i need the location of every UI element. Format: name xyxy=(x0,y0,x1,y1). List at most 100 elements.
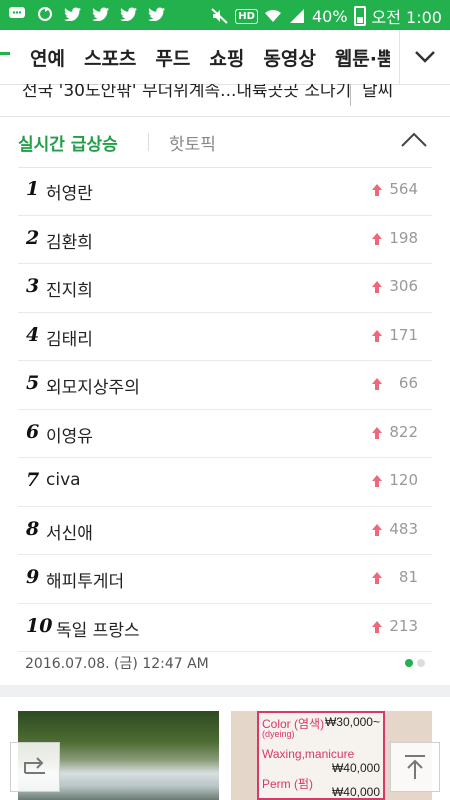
category-shopping[interactable]: 쇼핑 xyxy=(209,44,244,71)
rank-row[interactable]: 10 독일 프랑스 213 xyxy=(18,604,432,652)
chevron-up-icon[interactable] xyxy=(400,131,428,149)
rank-keyword[interactable]: 외모지상주의 xyxy=(46,373,140,398)
arrow-up-icon xyxy=(372,426,382,439)
category-entertainment[interactable]: 연예 xyxy=(30,44,65,71)
rank-number: 7 xyxy=(26,469,40,491)
price-sign: Color (염색) ₩30,000~ (dyeing) Waxing,mani… xyxy=(257,711,385,800)
tab-realtime-rising[interactable]: 실시간 급상승 xyxy=(18,130,118,155)
arrow-up-icon xyxy=(372,232,382,245)
rank-change: 483 xyxy=(389,519,418,538)
clock: 오전 1:00 xyxy=(371,8,442,27)
tab-divider xyxy=(148,133,149,151)
section-divider xyxy=(0,685,450,697)
rank-row[interactable]: 4 김태리 171 xyxy=(18,313,432,361)
rank-change: 213 xyxy=(389,616,418,635)
twitter-icon xyxy=(148,5,166,23)
rank-change: 66 xyxy=(398,374,418,392)
arrow-up-icon xyxy=(372,475,382,487)
notification-icons xyxy=(8,5,166,23)
rank-number: 8 xyxy=(26,517,40,540)
category-indicator xyxy=(0,52,10,55)
message-icon xyxy=(8,5,26,23)
rank-row[interactable]: 3 진지희 306 xyxy=(18,264,432,313)
tab-hot-topic[interactable]: 핫토픽 xyxy=(169,130,216,155)
ticker-headline[interactable]: 전국 '30도안팎' 무더위계속...내륙곳곳 소나기 xyxy=(22,84,351,101)
rank-row[interactable]: 8 서신애 483 xyxy=(18,507,432,555)
sign-price-waxing: ₩40,000 xyxy=(331,761,380,775)
category-bar: 연예 스포츠 푸드 쇼핑 동영상 웹툰·뿜 xyxy=(0,30,450,85)
category-list: 연예 스포츠 푸드 쇼핑 동영상 웹툰·뿜 xyxy=(30,44,390,71)
arrow-to-top-icon xyxy=(405,755,425,779)
twitter-icon xyxy=(64,5,82,23)
system-indicators: HD 40% 오전 1:00 xyxy=(211,4,442,28)
arrow-up-icon xyxy=(372,184,382,196)
category-webtoon[interactable]: 웹툰·뿜 xyxy=(335,44,390,71)
sign-line-dyeing: (dyeing) xyxy=(262,729,295,739)
sign-line-perm: Perm (펌) xyxy=(262,777,314,791)
sync-icon xyxy=(36,5,54,23)
rank-row[interactable]: 2 김환희 198 xyxy=(18,216,432,264)
rank-keyword[interactable]: 해피투게더 xyxy=(46,567,124,592)
category-video[interactable]: 동영상 xyxy=(263,44,315,71)
page-indicator xyxy=(405,659,425,667)
panel-header: 실시간 급상승 핫토픽 xyxy=(18,127,432,168)
rank-keyword[interactable]: 허영란 xyxy=(46,179,93,204)
rank-row[interactable]: 5 외모지상주의 66 xyxy=(18,361,432,410)
rank-keyword[interactable]: 진지희 xyxy=(46,276,93,301)
rank-row[interactable]: 7 civa 120 xyxy=(18,458,432,507)
sign-line-waxing: Waxing,manicure xyxy=(262,747,355,761)
sign-price-color: ₩30,000~ xyxy=(324,715,380,729)
chevron-down-icon xyxy=(415,51,435,63)
battery-percent: 40% xyxy=(311,6,348,26)
category-sports[interactable]: 스포츠 xyxy=(84,44,136,71)
rank-keyword[interactable]: 서신애 xyxy=(46,519,93,544)
page-dot[interactable] xyxy=(417,659,425,667)
rank-number: 1 xyxy=(26,178,40,200)
news-ticker[interactable]: 전국 '30도안팎' 무더위계속...내륙곳곳 소나기 날씨 xyxy=(0,84,450,117)
realtime-ranking-panel: 실시간 급상승 핫토픽 1 허영란 564 2 김환희 198 3 진지희 30… xyxy=(0,117,450,685)
scroll-to-top-button[interactable] xyxy=(390,742,440,792)
rank-number: 9 xyxy=(26,566,40,588)
rank-number: 10 xyxy=(26,614,53,637)
share-button[interactable] xyxy=(10,742,60,792)
ticker-divider xyxy=(350,84,351,106)
rank-change: 120 xyxy=(389,471,418,489)
rank-number: 4 xyxy=(26,323,40,346)
rank-number: 3 xyxy=(26,275,40,297)
category-expand-button[interactable] xyxy=(399,30,450,84)
rank-list: 1 허영란 564 2 김환희 198 3 진지희 306 4 김태리 171 … xyxy=(18,167,432,652)
rank-change: 564 xyxy=(389,180,418,198)
arrow-up-icon xyxy=(372,281,382,293)
rank-change: 81 xyxy=(398,568,418,586)
rank-keyword[interactable]: 독일 프랑스 xyxy=(56,616,140,641)
updated-timestamp: 2016.07.08. (금) 12:47 AM xyxy=(25,656,209,672)
hd-badge: HD xyxy=(235,8,258,24)
page-dot-active[interactable] xyxy=(405,659,413,667)
arrow-up-icon xyxy=(372,523,382,536)
rank-keyword[interactable]: 김환희 xyxy=(46,228,93,253)
sign-price-perm: ₩40,000 xyxy=(331,785,380,799)
mute-icon xyxy=(211,7,229,25)
twitter-icon xyxy=(92,5,110,23)
ticker-weather-link[interactable]: 날씨 xyxy=(362,84,393,101)
rank-change: 822 xyxy=(389,422,418,441)
rank-keyword[interactable]: 이영유 xyxy=(46,422,93,447)
rank-row[interactable]: 9 해피투게더 81 xyxy=(18,555,432,604)
rank-change: 171 xyxy=(389,325,418,344)
arrow-up-icon xyxy=(372,572,382,584)
arrow-up-icon xyxy=(372,620,382,633)
signal-icon xyxy=(288,7,306,25)
rank-row[interactable]: 1 허영란 564 xyxy=(18,167,432,216)
arrow-up-icon xyxy=(372,378,382,390)
rank-number: 6 xyxy=(26,420,40,443)
category-food[interactable]: 푸드 xyxy=(155,44,190,71)
rank-keyword[interactable]: civa xyxy=(46,470,81,490)
wifi-icon xyxy=(264,7,282,25)
rank-row[interactable]: 6 이영유 822 xyxy=(18,410,432,458)
rank-number: 5 xyxy=(26,372,40,394)
share-arrow-icon xyxy=(24,757,45,774)
rank-number: 2 xyxy=(26,226,40,249)
rank-keyword[interactable]: 김태리 xyxy=(46,325,93,350)
status-bar: HD 40% 오전 1:00 xyxy=(0,0,450,30)
arrow-up-icon xyxy=(372,329,382,342)
